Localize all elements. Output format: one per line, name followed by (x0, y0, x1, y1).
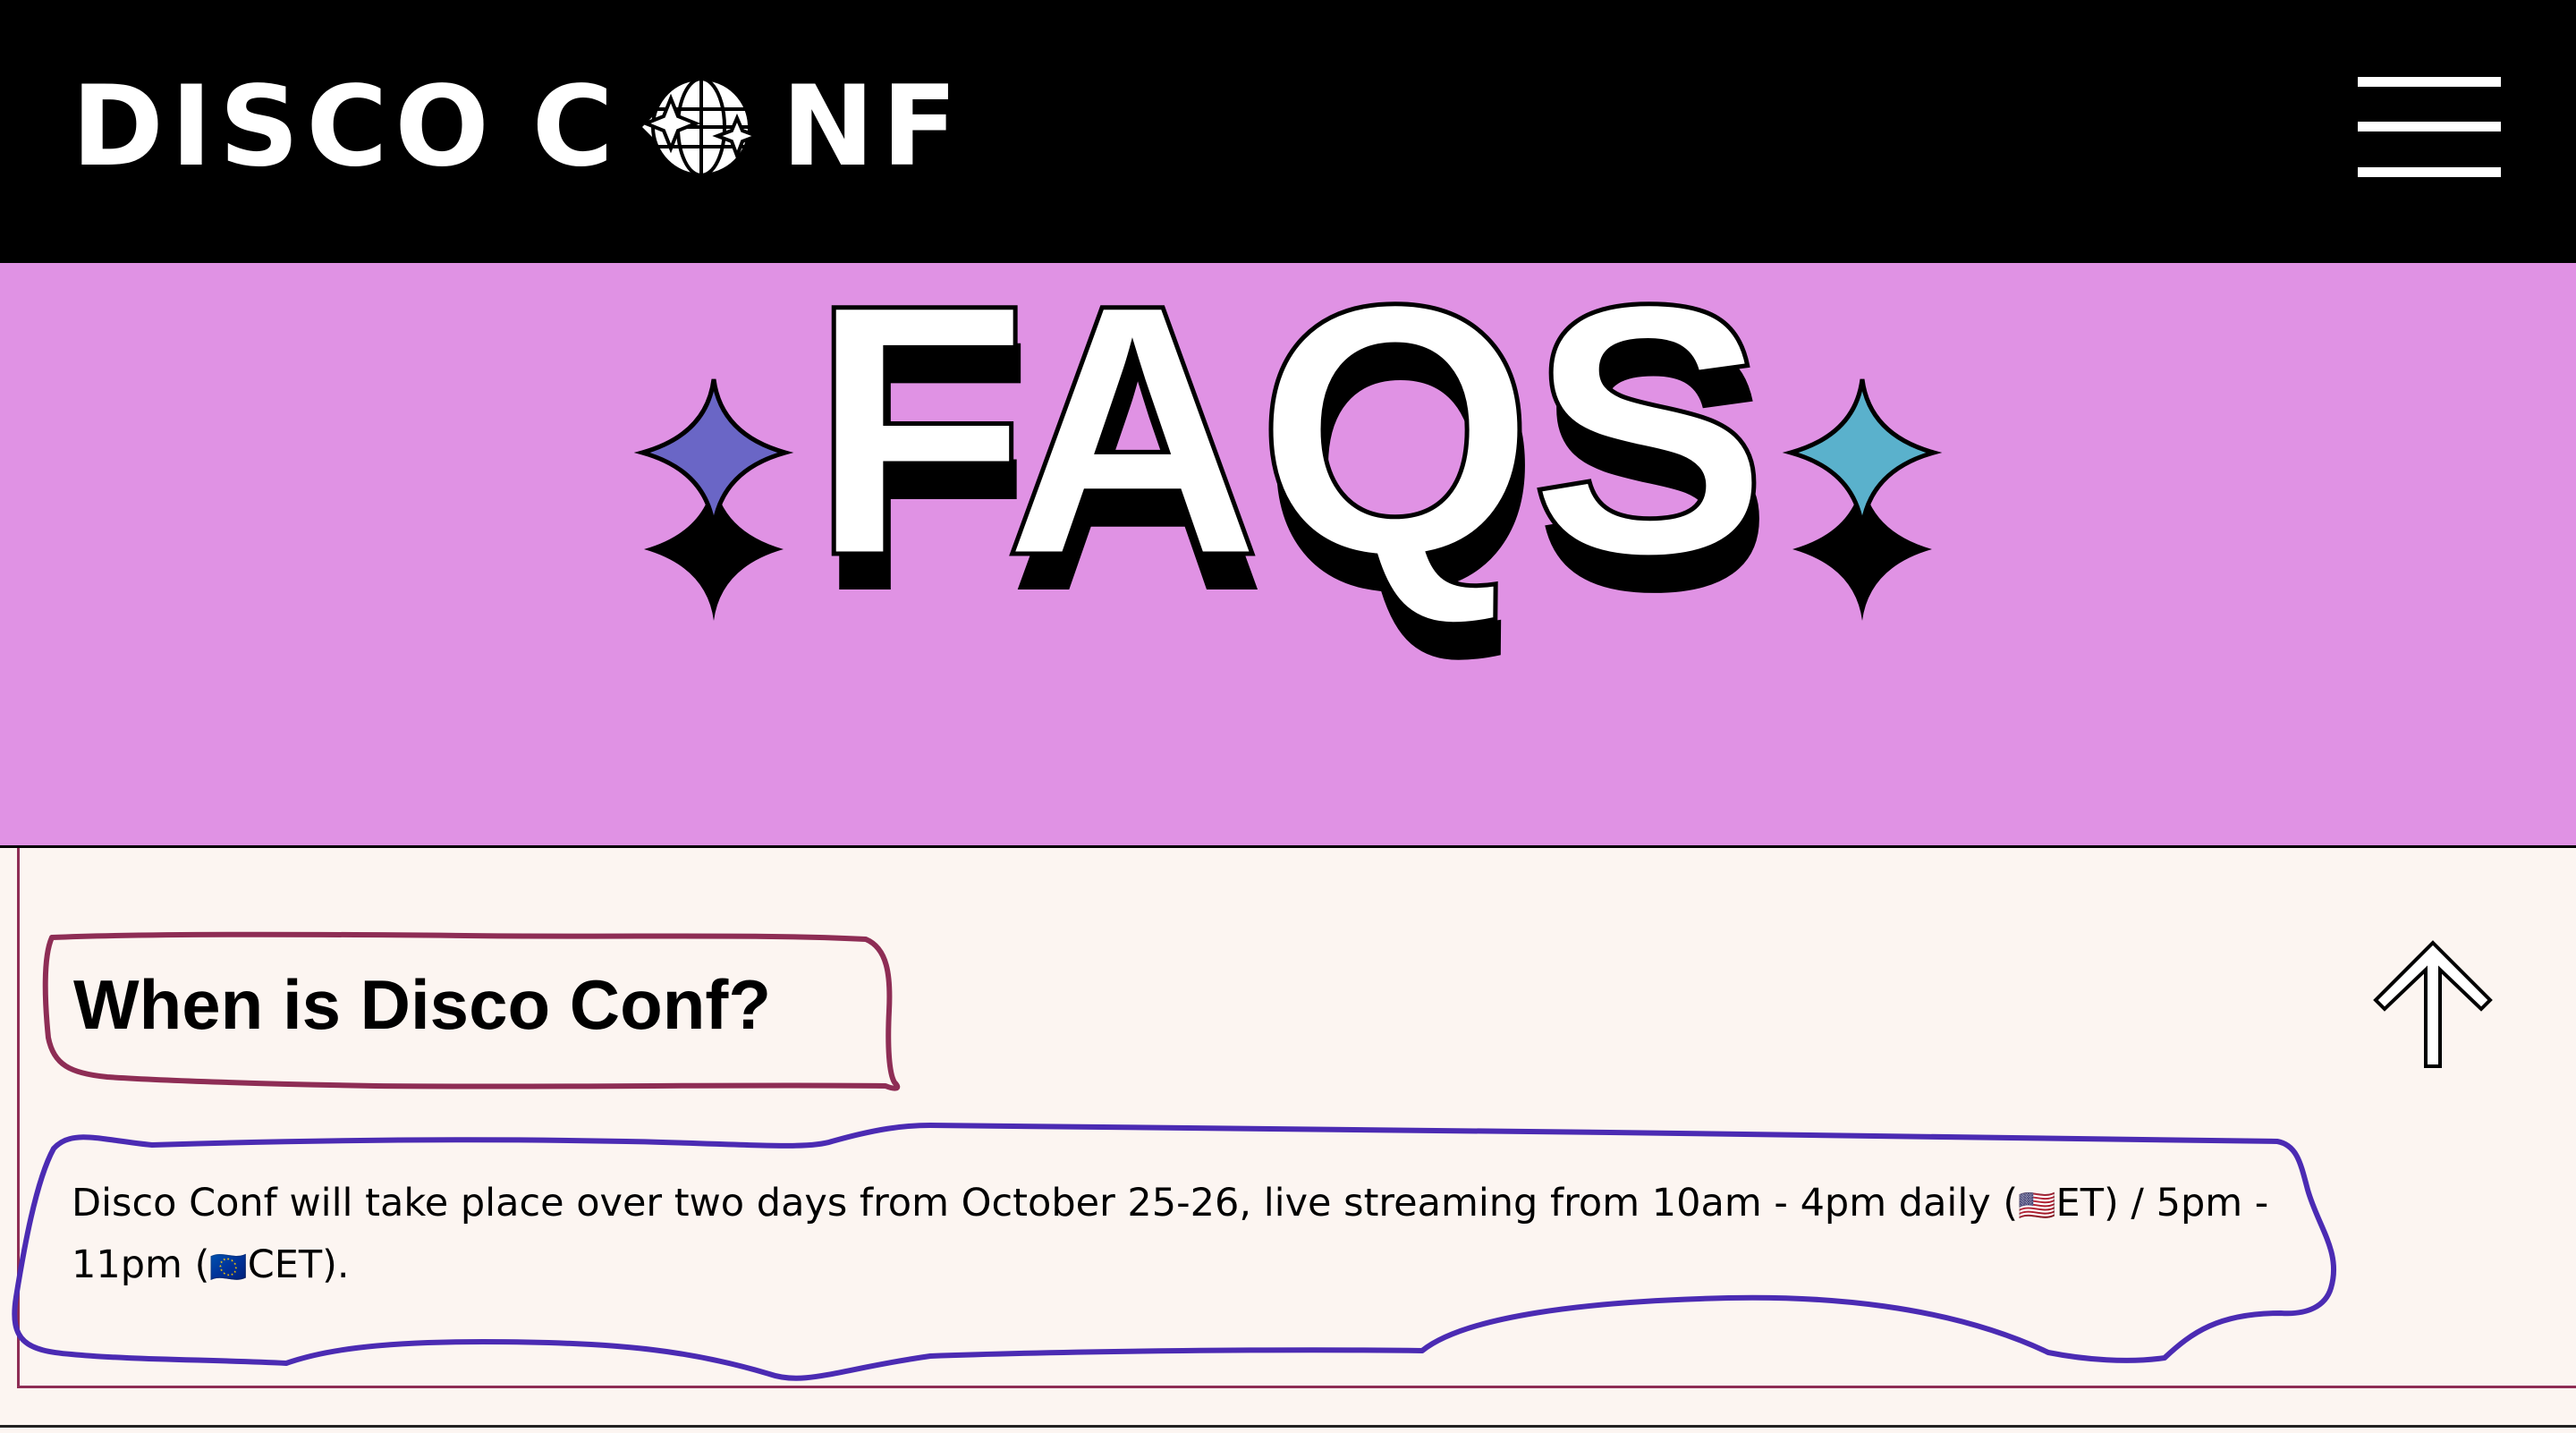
faq-question[interactable]: When is Disco Conf? (73, 962, 771, 1047)
answer-text: CET). (247, 1242, 350, 1287)
hamburger-line (2358, 167, 2501, 177)
logo-text-disco: DISCO (72, 63, 496, 191)
arrow-up-icon[interactable] (2370, 937, 2496, 1072)
faq-hero: FAQS FAQS (0, 263, 2576, 848)
sparkle-right-icon (1782, 378, 1943, 529)
page: DISCO C NF FAQS FAQS When is Disco Conf?… (0, 0, 2576, 1433)
section-divider (0, 1425, 2576, 1428)
logo-letter-c: C (531, 63, 621, 191)
faq-item (17, 848, 2576, 1388)
hamburger-menu-button[interactable] (2358, 75, 2501, 179)
us-flag-icon: 🇺🇸 (2018, 1188, 2056, 1224)
sparkle-left-icon (633, 378, 794, 529)
hamburger-line (2358, 77, 2501, 87)
hero-graphic: FAQS FAQS (633, 263, 1943, 666)
disco-ball-icon (640, 77, 762, 177)
answer-text: Disco Conf will take place over two days… (72, 1181, 2019, 1225)
site-logo[interactable]: DISCO C NF (72, 63, 965, 191)
hero-title: FAQS (809, 263, 1762, 630)
logo-text-nf: NF (781, 63, 965, 191)
site-header: DISCO C NF (0, 0, 2576, 263)
eu-flag-icon: 🇪🇺 (209, 1250, 248, 1285)
hamburger-line (2358, 122, 2501, 131)
faq-answer: Disco Conf will take place over two days… (72, 1174, 2361, 1297)
